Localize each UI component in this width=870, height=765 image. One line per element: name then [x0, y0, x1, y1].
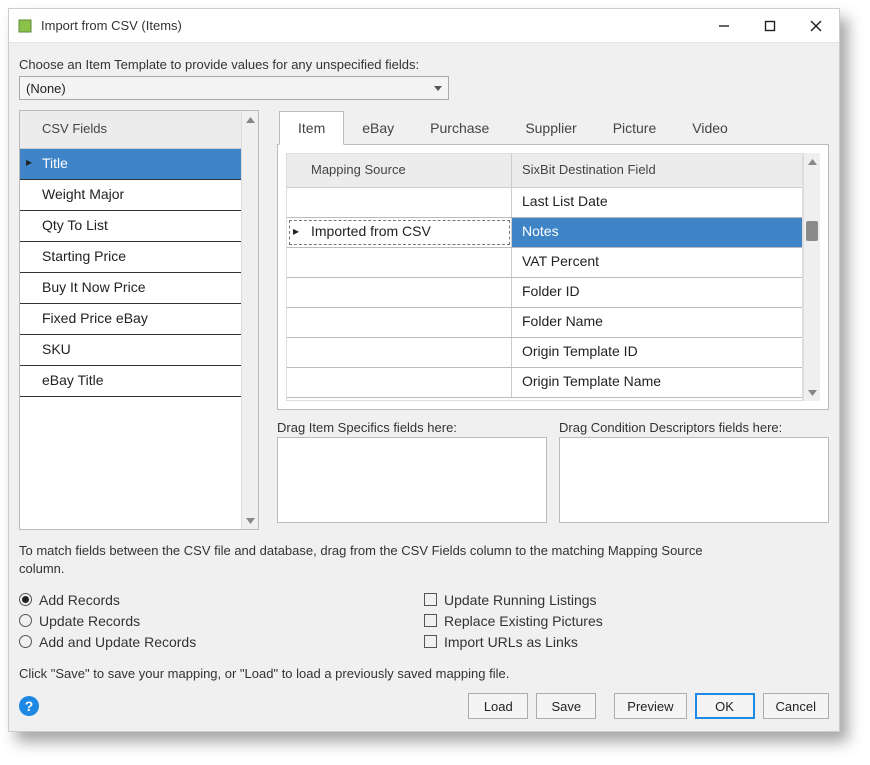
instructions-text: To match fields between the CSV file and…: [19, 542, 739, 577]
radio-label: Update Records: [39, 613, 140, 629]
tab-item[interactable]: Item: [279, 111, 344, 145]
checkbox-update-running[interactable]: Update Running Listings: [424, 589, 829, 610]
csv-fields-scrollbar[interactable]: [241, 111, 258, 529]
mapping-dest-cell: VAT Percent: [512, 248, 802, 277]
mapping-dest-cell: Origin Template Name: [512, 368, 802, 397]
load-button[interactable]: Load: [468, 693, 528, 719]
csv-field-label: Title: [42, 155, 68, 171]
mapping-row[interactable]: Origin Template ID: [287, 338, 802, 368]
mapping-dest-cell: Origin Template ID: [512, 338, 802, 367]
csv-fields-header: CSV Fields: [20, 111, 241, 149]
radio-add-records[interactable]: Add Records: [19, 589, 424, 610]
scroll-down-icon[interactable]: [242, 512, 258, 529]
chevron-down-icon: [434, 86, 442, 91]
mapping-source-cell[interactable]: [287, 278, 512, 307]
mapping-row[interactable]: VAT Percent: [287, 248, 802, 278]
mapping-grid: Mapping Source SixBit Destination Field …: [286, 153, 803, 401]
checkbox-label: Update Running Listings: [444, 592, 597, 608]
csv-field-row[interactable]: Qty To List: [20, 211, 241, 242]
mapping-row[interactable]: Last List Date: [287, 188, 802, 218]
drag-specifics-label: Drag Item Specifics fields here:: [277, 420, 547, 435]
csv-field-label: Buy It Now Price: [42, 279, 145, 295]
mapping-row[interactable]: Folder ID: [287, 278, 802, 308]
destination-field-header: SixBit Destination Field: [512, 154, 802, 187]
tab-ebay[interactable]: eBay: [344, 112, 412, 144]
minimize-button[interactable]: [701, 11, 747, 41]
csv-field-label: Weight Major: [42, 186, 124, 202]
save-load-hint: Click "Save" to save your mapping, or "L…: [19, 666, 829, 681]
checkbox-icon: [424, 635, 437, 648]
ok-button[interactable]: OK: [695, 693, 755, 719]
template-select[interactable]: (None): [19, 76, 449, 100]
close-button[interactable]: [793, 11, 839, 41]
template-selected-value: (None): [26, 81, 66, 96]
mapping-row[interactable]: Imported from CSV Notes: [287, 218, 802, 248]
mapping-dest-cell: Last List Date: [512, 188, 802, 217]
scroll-down-icon[interactable]: [804, 384, 820, 401]
drag-specifics-zone[interactable]: [277, 437, 547, 523]
maximize-button[interactable]: [747, 11, 793, 41]
csv-field-row[interactable]: Weight Major: [20, 180, 241, 211]
titlebar: Import from CSV (Items): [9, 9, 839, 43]
csv-field-label: Starting Price: [42, 248, 126, 264]
tab-video[interactable]: Video: [674, 112, 746, 144]
mapping-source-cell[interactable]: [287, 248, 512, 277]
checkbox-label: Replace Existing Pictures: [444, 613, 603, 629]
mapping-source-header: Mapping Source: [287, 154, 512, 187]
checkbox-import-urls[interactable]: Import URLs as Links: [424, 631, 829, 652]
csv-field-row[interactable]: eBay Title: [20, 366, 241, 397]
csv-field-row[interactable]: Buy It Now Price: [20, 273, 241, 304]
mapping-row[interactable]: Folder Name: [287, 308, 802, 338]
radio-icon: [19, 635, 32, 648]
radio-icon: [19, 614, 32, 627]
mapping-source-cell[interactable]: [287, 368, 512, 397]
tab-picture[interactable]: Picture: [595, 112, 675, 144]
csv-field-label: Fixed Price eBay: [42, 310, 148, 326]
mapping-grid-scrollbar[interactable]: [803, 153, 820, 401]
csv-field-row[interactable]: SKU: [20, 335, 241, 366]
csv-field-row[interactable]: Starting Price: [20, 242, 241, 273]
tab-strip: Item eBay Purchase Supplier Picture Vide…: [277, 110, 829, 144]
radio-label: Add and Update Records: [39, 634, 196, 650]
mapping-source-cell[interactable]: [287, 188, 512, 217]
checkbox-label: Import URLs as Links: [444, 634, 578, 650]
drag-condition-label: Drag Condition Descriptors fields here:: [559, 420, 829, 435]
csv-field-row[interactable]: Title: [20, 149, 241, 180]
import-csv-window: Import from CSV (Items) Choose an Item T…: [8, 8, 840, 732]
csv-field-row[interactable]: Fixed Price eBay: [20, 304, 241, 335]
mapping-source-cell[interactable]: Imported from CSV: [287, 218, 512, 247]
csv-fields-panel: CSV Fields Title Weight Major Qty To Lis…: [19, 110, 259, 530]
drag-condition-zone[interactable]: [559, 437, 829, 523]
mapping-panel: Mapping Source SixBit Destination Field …: [277, 144, 829, 410]
mapping-row[interactable]: Origin Template Name: [287, 368, 802, 398]
mapping-source-cell[interactable]: [287, 338, 512, 367]
scrollbar-thumb[interactable]: [806, 221, 818, 241]
radio-add-update-records[interactable]: Add and Update Records: [19, 631, 424, 652]
checkbox-replace-pictures[interactable]: Replace Existing Pictures: [424, 610, 829, 631]
radio-label: Add Records: [39, 592, 120, 608]
csv-field-label: SKU: [42, 341, 71, 357]
csv-field-label: Qty To List: [42, 217, 108, 233]
scroll-up-icon[interactable]: [804, 153, 820, 170]
template-prompt: Choose an Item Template to provide value…: [19, 57, 829, 72]
mapping-dest-cell: Folder Name: [512, 308, 802, 337]
checkbox-icon: [424, 593, 437, 606]
app-icon: [17, 18, 33, 34]
tab-supplier[interactable]: Supplier: [507, 112, 594, 144]
csv-field-label: eBay Title: [42, 372, 103, 388]
radio-update-records[interactable]: Update Records: [19, 610, 424, 631]
scroll-up-icon[interactable]: [242, 111, 258, 128]
window-title: Import from CSV (Items): [41, 18, 701, 33]
radio-icon: [19, 593, 32, 606]
mapping-source-cell[interactable]: [287, 308, 512, 337]
preview-button[interactable]: Preview: [614, 693, 686, 719]
save-button[interactable]: Save: [536, 693, 596, 719]
mapping-dest-cell: Folder ID: [512, 278, 802, 307]
checkbox-icon: [424, 614, 437, 627]
tab-purchase[interactable]: Purchase: [412, 112, 507, 144]
cancel-button[interactable]: Cancel: [763, 693, 829, 719]
help-icon[interactable]: ?: [19, 696, 39, 716]
mapping-dest-cell: Notes: [512, 218, 802, 247]
